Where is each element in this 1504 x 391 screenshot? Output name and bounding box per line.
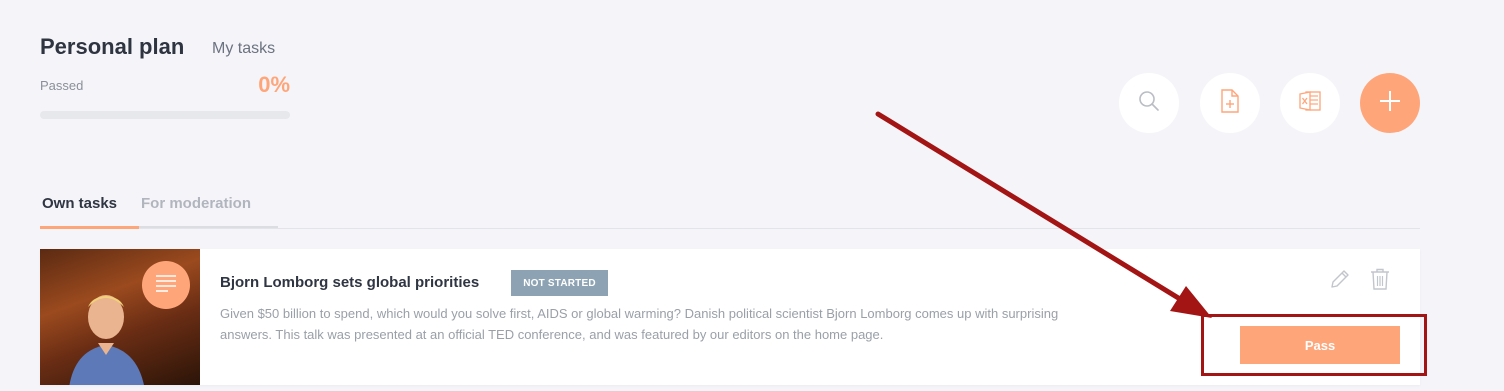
progress-bar	[40, 111, 290, 119]
speaker-image	[69, 295, 144, 385]
plus-icon	[1378, 89, 1402, 118]
task-card[interactable]: Bjorn Lomborg sets global priorities NOT…	[40, 249, 1420, 385]
delete-button[interactable]	[1368, 268, 1392, 295]
edit-button[interactable]	[1328, 269, 1352, 293]
add-task-button[interactable]	[1360, 73, 1420, 133]
search-icon	[1138, 90, 1160, 117]
progress-label: Passed	[40, 78, 84, 93]
status-badge: NOT STARTED	[511, 270, 608, 296]
task-thumbnail[interactable]	[40, 249, 200, 385]
search-button[interactable]	[1119, 73, 1179, 133]
pass-button[interactable]: Pass	[1240, 326, 1400, 364]
export-excel-button[interactable]	[1280, 73, 1340, 133]
tab-own-tasks[interactable]: Own tasks	[42, 195, 117, 212]
add-document-button[interactable]	[1200, 73, 1260, 133]
tabs-divider	[40, 228, 1420, 229]
task-description: Given $50 billion to spend, which would …	[220, 306, 1059, 342]
tab-own-tasks-underline	[40, 226, 139, 229]
excel-icon	[1298, 90, 1322, 117]
tab-for-moderation-underline	[139, 226, 278, 228]
pencil-icon	[1329, 268, 1351, 295]
task-type-badge	[142, 261, 190, 309]
trash-icon	[1370, 268, 1390, 295]
page-subtitle: My tasks	[212, 40, 276, 57]
task-title[interactable]: Bjorn Lomborg sets global priorities	[220, 274, 479, 291]
add-document-icon	[1220, 88, 1240, 118]
text-lines-icon	[155, 274, 177, 297]
page-title: Personal plan	[40, 34, 185, 59]
progress-value: 0%	[258, 72, 290, 97]
tab-for-moderation[interactable]: For moderation	[141, 195, 251, 212]
